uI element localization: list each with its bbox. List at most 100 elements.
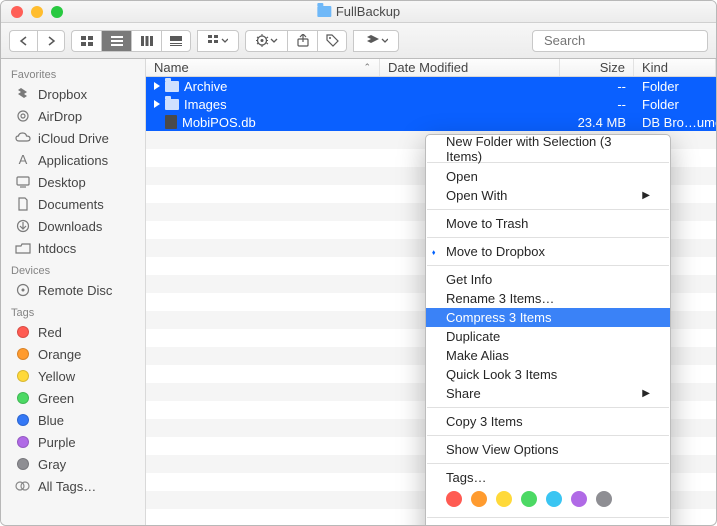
sidebar-tag-purple[interactable]: Purple [1, 431, 145, 453]
sidebar-icon [15, 241, 31, 255]
menu-tags[interactable]: Tags… [426, 468, 670, 487]
svg-text:A: A [19, 153, 28, 167]
sidebar-item-label: htdocs [38, 241, 76, 256]
sidebar-item-htdocs[interactable]: htdocs [1, 237, 145, 259]
tag-dot-icon [15, 457, 31, 471]
col-size[interactable]: Size [560, 59, 634, 76]
menu-teamviewer[interactable]: Send files with TeamViewer [426, 522, 670, 525]
close-button[interactable] [11, 6, 23, 18]
col-kind[interactable]: Kind [634, 59, 716, 76]
tag-color-dot[interactable] [496, 491, 512, 507]
menu-compress[interactable]: Compress 3 Items [426, 308, 670, 327]
dropbox-icon: ⬪ [432, 245, 435, 260]
menu-copy[interactable]: Copy 3 Items [426, 412, 670, 431]
forward-button[interactable] [37, 30, 65, 52]
sidebar-item-documents[interactable]: Documents [1, 193, 145, 215]
submenu-arrow-icon: ▶ [642, 190, 650, 201]
sidebar-item-all-tags[interactable]: All Tags… [1, 475, 145, 497]
tag-dot-icon [15, 413, 31, 427]
sidebar-item-label: Remote Disc [38, 283, 112, 298]
col-name[interactable]: Name⌃ [146, 59, 380, 76]
menu-open-with[interactable]: Open With▶ [426, 186, 670, 205]
tag-color-dot[interactable] [596, 491, 612, 507]
tag-color-dot[interactable] [571, 491, 587, 507]
menu-make-alias[interactable]: Make Alias [426, 346, 670, 365]
tag-dot-icon [15, 435, 31, 449]
sidebar-item-icloud-drive[interactable]: iCloud Drive [1, 127, 145, 149]
tag-color-dot[interactable] [471, 491, 487, 507]
search-field[interactable] [532, 30, 708, 52]
sidebar-tag-yellow[interactable]: Yellow [1, 365, 145, 387]
sidebar-tag-orange[interactable]: Orange [1, 343, 145, 365]
sidebar-icon [15, 219, 31, 233]
sidebar-tag-blue[interactable]: Blue [1, 409, 145, 431]
sidebar-item-applications[interactable]: A Applications [1, 149, 145, 171]
table-row[interactable]: MobiPOS.db23.4 MBDB Bro…ument [146, 113, 716, 131]
minimize-button[interactable] [31, 6, 43, 18]
view-list-button[interactable] [101, 30, 131, 52]
sidebar-icon [15, 109, 31, 123]
sidebar-item-dropbox[interactable]: Dropbox [1, 83, 145, 105]
menu-new-folder[interactable]: New Folder with Selection (3 Items) [426, 139, 670, 158]
action-button[interactable] [245, 30, 287, 52]
back-button[interactable] [9, 30, 37, 52]
sidebar-item-label: Applications [38, 153, 108, 168]
tag-color-dot[interactable] [546, 491, 562, 507]
zoom-button[interactable] [51, 6, 63, 18]
disclosure-icon[interactable] [154, 100, 160, 108]
window-title: FullBackup [317, 4, 400, 19]
menu-quick-look[interactable]: Quick Look 3 Items [426, 365, 670, 384]
menu-move-trash[interactable]: Move to Trash [426, 214, 670, 233]
sidebar-item-downloads[interactable]: Downloads [1, 215, 145, 237]
sidebar-heading-favorites: Favorites [1, 63, 145, 83]
table-row[interactable]: Archive--Folder [146, 77, 716, 95]
tag-dot-icon [15, 369, 31, 383]
sidebar-item-desktop[interactable]: Desktop [1, 171, 145, 193]
sidebar-item-remote-disc[interactable]: Remote Disc [1, 279, 145, 301]
table-row[interactable]: Images--Folder [146, 95, 716, 113]
sidebar-item-label: All Tags… [38, 479, 96, 494]
menu-duplicate[interactable]: Duplicate [426, 327, 670, 346]
menu-tag-colors [426, 487, 670, 513]
sidebar-item-label: Green [38, 391, 74, 406]
dropbox-button[interactable] [353, 30, 399, 52]
column-headers: Name⌃ Date Modified Size Kind [146, 59, 716, 77]
share-button[interactable] [287, 30, 317, 52]
tags-button[interactable] [317, 30, 347, 52]
disclosure-icon[interactable] [154, 82, 160, 90]
menu-open[interactable]: Open [426, 167, 670, 186]
sidebar-item-label: Documents [38, 197, 104, 212]
titlebar[interactable]: FullBackup [1, 1, 716, 23]
sidebar-tag-green[interactable]: Green [1, 387, 145, 409]
col-date[interactable]: Date Modified [380, 59, 560, 76]
view-column-button[interactable] [131, 30, 161, 52]
menu-get-info[interactable]: Get Info [426, 270, 670, 289]
tag-color-dot[interactable] [521, 491, 537, 507]
view-icon-button[interactable] [71, 30, 101, 52]
sidebar-item-label: Gray [38, 457, 66, 472]
view-coverflow-button[interactable] [161, 30, 191, 52]
sidebar-icon [15, 175, 31, 189]
sidebar-tag-gray[interactable]: Gray [1, 453, 145, 475]
file-kind: DB Bro…ument [634, 113, 716, 131]
toolbar [1, 23, 716, 59]
sidebar-icon [15, 283, 31, 297]
tag-color-dot[interactable] [446, 491, 462, 507]
finder-window: FullBackup [0, 0, 717, 526]
tag-dot-icon [15, 391, 31, 405]
search-input[interactable] [544, 33, 717, 48]
menu-rename[interactable]: Rename 3 Items… [426, 289, 670, 308]
menu-share[interactable]: Share▶ [426, 384, 670, 403]
sidebar-item-airdrop[interactable]: AirDrop [1, 105, 145, 127]
menu-move-dropbox[interactable]: ⬪Move to Dropbox [426, 242, 670, 261]
content: Favorites DropboxAirDropiCloud Drive A App… [1, 59, 716, 525]
sidebar-heading-devices: Devices [1, 259, 145, 279]
all-tags-icon [15, 479, 31, 493]
arrange-button[interactable] [197, 30, 239, 52]
sidebar-tag-red[interactable]: Red [1, 321, 145, 343]
menu-show-view-options[interactable]: Show View Options [426, 440, 670, 459]
sort-asc-icon: ⌃ [363, 62, 371, 73]
sidebar-icon [15, 131, 31, 145]
tag-dot-icon [15, 325, 31, 339]
sidebar-item-label: Desktop [38, 175, 86, 190]
